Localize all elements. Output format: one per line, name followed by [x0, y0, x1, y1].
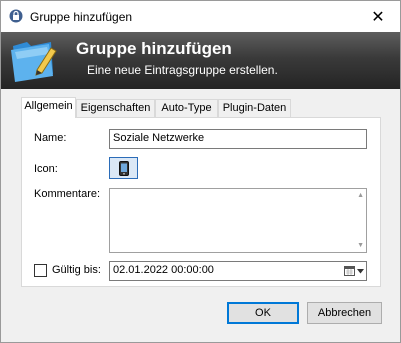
name-input[interactable]: Soziale Netzwerke: [109, 129, 367, 149]
banner-subtitle: Eine neue Eintragsgruppe erstellen.: [87, 63, 278, 77]
smartphone-icon: [118, 160, 129, 176]
banner-title: Gruppe hinzufügen: [76, 39, 232, 58]
tab-allgemein[interactable]: Allgemein: [21, 97, 76, 118]
tab-eigenschaften[interactable]: Eigenschaften: [76, 99, 155, 117]
expires-date-picker[interactable]: 02.01.2022 00:00:00: [109, 261, 367, 281]
keepass-lock-icon: [9, 9, 23, 23]
calendar-icon: [344, 266, 355, 276]
tab-auto-type[interactable]: Auto-Type: [155, 99, 218, 117]
tab-plugin-daten[interactable]: Plugin-Daten: [218, 99, 291, 117]
tab-panel-general: Name: Soziale Netzwerke Icon: Kommentare…: [21, 117, 381, 287]
expires-checkbox[interactable]: [34, 264, 47, 277]
expires-date-value: 02.01.2022 00:00:00: [113, 264, 214, 276]
close-icon: ✕: [371, 8, 385, 26]
scroll-down-icon[interactable]: ▼: [357, 242, 364, 249]
icon-label: Icon:: [34, 163, 58, 175]
expires-label: Gültig bis:: [52, 264, 101, 276]
comments-label: Kommentare:: [34, 188, 101, 200]
comments-textarea[interactable]: ▲ ▼: [109, 188, 367, 253]
cancel-button[interactable]: Abbrechen: [307, 302, 382, 324]
name-label: Name:: [34, 132, 67, 144]
scroll-up-icon[interactable]: ▲: [357, 192, 364, 199]
ok-button[interactable]: OK: [227, 302, 299, 324]
add-group-dialog: Gruppe hinzufügen ✕ Gruppe hinzufügen Ei…: [0, 0, 401, 343]
calendar-dropdown-button[interactable]: [342, 264, 364, 278]
close-button[interactable]: ✕: [356, 1, 400, 32]
icon-picker-button[interactable]: [109, 157, 138, 179]
title-bar: Gruppe hinzufügen ✕: [1, 1, 400, 32]
window-title: Gruppe hinzufügen: [30, 10, 133, 24]
folder-pencil-icon: [11, 42, 57, 82]
chevron-down-icon: [357, 268, 364, 273]
header-banner: Gruppe hinzufügen Eine neue Eintragsgrup…: [1, 32, 400, 89]
